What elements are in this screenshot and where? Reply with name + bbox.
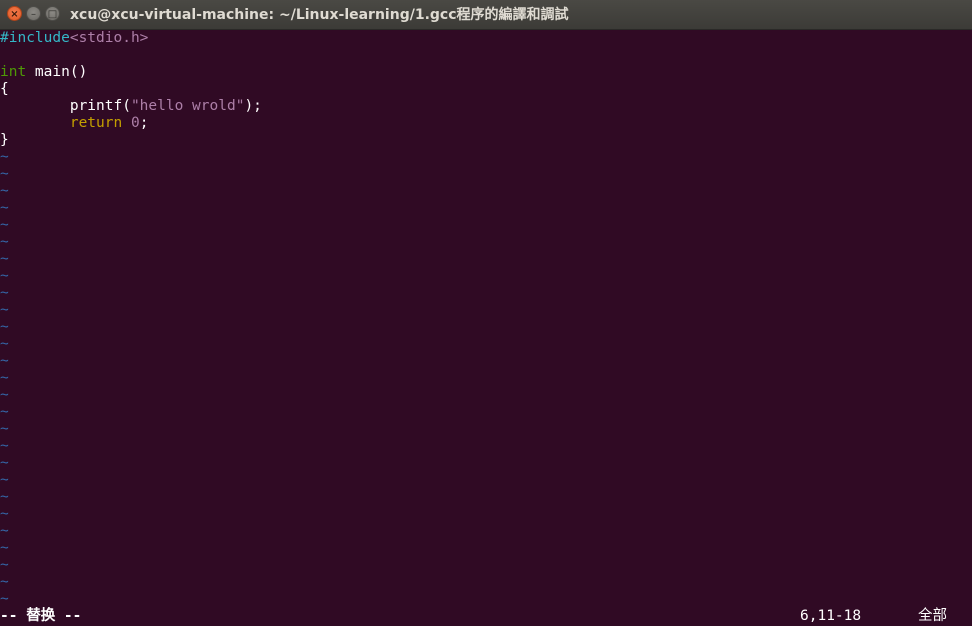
- empty-line-marker: ~: [0, 540, 9, 556]
- empty-line-marker: ~: [0, 336, 9, 352]
- code-token: ;: [139, 115, 149, 131]
- code-line[interactable]: }: [0, 132, 262, 149]
- empty-line-marker: ~: [0, 285, 9, 301]
- empty-line-marker: ~: [0, 421, 9, 437]
- code-token: int: [0, 64, 27, 80]
- code-token: }: [0, 132, 9, 148]
- empty-line-marker: ~: [0, 438, 9, 454]
- empty-line-marker: ~: [0, 183, 9, 199]
- empty-line-marker: ~: [0, 149, 9, 165]
- empty-line-marker: ~: [0, 574, 9, 590]
- code-token: );: [244, 98, 262, 114]
- window-title: xcu@xcu-virtual-machine: ~/Linux-learnin…: [70, 7, 569, 23]
- code-token: printf(: [0, 98, 131, 114]
- code-line[interactable]: return 0;: [0, 115, 262, 132]
- code-line[interactable]: [0, 47, 262, 64]
- empty-line-marker: ~: [0, 166, 9, 182]
- empty-line-marker: ~: [0, 370, 9, 386]
- status-line: -- 替换 -- 6,11-18 全部: [0, 606, 972, 626]
- mode-indicator: -- 替换 --: [0, 608, 82, 624]
- empty-line-marker: ~: [0, 472, 9, 488]
- code-area[interactable]: #include<stdio.h> int main(){ printf("he…: [0, 30, 262, 608]
- code-line[interactable]: {: [0, 81, 262, 98]
- empty-line-marker: ~: [0, 302, 9, 318]
- title-bar[interactable]: × – □ xcu@xcu-virtual-machine: ~/Linux-l…: [0, 0, 972, 30]
- vim-editor[interactable]: #include<stdio.h> int main(){ printf("he…: [0, 30, 972, 626]
- code-line[interactable]: #include<stdio.h>: [0, 30, 262, 47]
- code-token: main(): [26, 64, 88, 80]
- empty-line-marker: ~: [0, 200, 9, 216]
- code-token: return: [69, 115, 123, 131]
- code-token: {: [0, 81, 9, 97]
- empty-line-marker: ~: [0, 387, 9, 403]
- empty-line-marker: ~: [0, 319, 9, 335]
- code-token: 0: [130, 115, 140, 131]
- empty-line-marker: ~: [0, 268, 9, 284]
- empty-line-marker: ~: [0, 353, 9, 369]
- empty-line-marker: ~: [0, 404, 9, 420]
- cursor-position: 6,11-18: [800, 608, 862, 624]
- empty-line-marker: ~: [0, 234, 9, 250]
- code-token: <stdio.h>: [69, 30, 149, 46]
- empty-line-marker: ~: [0, 251, 9, 267]
- window-controls: × – □: [7, 6, 60, 21]
- code-line[interactable]: printf("hello wrold");: [0, 98, 262, 115]
- empty-line-marker: ~: [0, 489, 9, 505]
- terminal-window: × – □ xcu@xcu-virtual-machine: ~/Linux-l…: [0, 0, 972, 626]
- scroll-indicator: 全部: [918, 608, 947, 624]
- close-icon[interactable]: ×: [7, 6, 22, 21]
- empty-line-marker: ~: [0, 506, 9, 522]
- empty-line-marker: ~: [0, 557, 9, 573]
- code-token: "hello wrold": [130, 98, 245, 114]
- empty-line-marker: ~: [0, 217, 9, 233]
- code-token: #include: [0, 30, 70, 46]
- maximize-icon[interactable]: □: [45, 6, 60, 21]
- minimize-icon[interactable]: –: [26, 6, 41, 21]
- empty-line-marker: ~: [0, 523, 9, 539]
- empty-line-marker: ~: [0, 455, 9, 471]
- code-line[interactable]: int main(): [0, 64, 262, 81]
